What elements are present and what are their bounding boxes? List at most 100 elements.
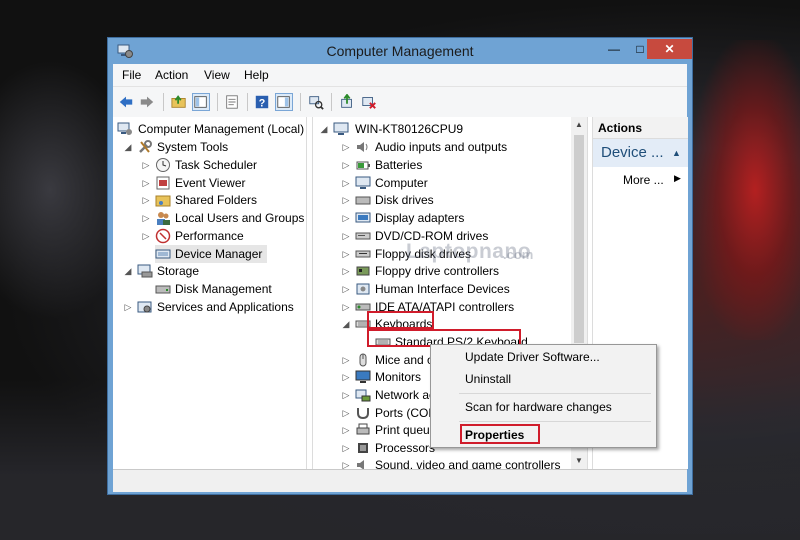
collapse-arrow-icon[interactable]: ▲	[672, 139, 681, 167]
collapsed-arrow-icon[interactable]: ▷	[341, 209, 351, 227]
tree-item-label: Disk Management	[175, 282, 272, 296]
menu-help[interactable]: Help	[244, 68, 269, 82]
title-bar[interactable]: Computer Management — □ ✕	[108, 38, 692, 64]
tree-item-services-and-applications[interactable]: ▷ Services and Applications	[123, 298, 305, 316]
menu-view[interactable]: View	[204, 68, 230, 82]
device-category-disk-drives[interactable]: ▷ Disk drives	[341, 191, 566, 209]
tree-item-storage[interactable]: ◢ Storage	[123, 262, 303, 280]
back-arrow-icon[interactable]	[117, 93, 135, 111]
uninstall-device-icon[interactable]	[360, 93, 378, 111]
tree-item-event-viewer[interactable]: ▷ Event Viewer	[141, 174, 301, 192]
device-category-computer[interactable]: ▷ Computer	[341, 174, 566, 192]
collapsed-arrow-icon[interactable]: ▷	[341, 245, 351, 263]
device-category-human-interface-devices[interactable]: ▷ Human Interface Devices	[341, 280, 566, 298]
collapsed-arrow-icon[interactable]: ▷	[341, 386, 351, 404]
update-driver-icon[interactable]	[338, 93, 356, 111]
collapsed-arrow-icon[interactable]: ▷	[341, 351, 351, 369]
scroll-down-arrow-icon[interactable]: ▼	[571, 453, 587, 469]
collapsed-arrow-icon[interactable]: ▷	[141, 227, 151, 245]
tree-item-computer-root[interactable]: ◢ WIN-KT80126CPU9	[319, 120, 559, 138]
tree-item-label: Performance	[175, 229, 244, 243]
collapsed-arrow-icon[interactable]: ▷	[341, 156, 351, 174]
tree-item-label: Monitors	[375, 370, 422, 384]
toolbar-separator	[300, 93, 301, 111]
device-category-floppy-drive-controllers[interactable]: ▷ Floppy drive controllers	[341, 262, 566, 280]
toolbar-separator	[163, 93, 164, 111]
scrollbar-thumb[interactable]	[574, 135, 584, 343]
scroll-up-arrow-icon[interactable]: ▲	[571, 117, 587, 133]
computer-icon	[355, 176, 371, 189]
tree-item-label: Device Manager	[175, 247, 263, 261]
device-category-display-adapters[interactable]: ▷ Display adapters	[341, 209, 566, 227]
collapsed-arrow-icon[interactable]: ▷	[341, 456, 351, 469]
tree-item-label: System Tools	[157, 140, 229, 154]
show-hide-console-tree-icon[interactable]	[192, 93, 210, 111]
tree-item-shared-folders[interactable]: ▷ Shared Folders	[141, 191, 301, 209]
scan-for-hardware-changes-menu-item[interactable]: Scan for hardware changes	[465, 400, 612, 414]
collapsed-arrow-icon[interactable]: ▷	[341, 421, 351, 439]
computer-icon	[333, 122, 349, 135]
uninstall-menu-item[interactable]: Uninstall	[465, 372, 511, 386]
collapsed-arrow-icon[interactable]: ▷	[341, 227, 351, 245]
tree-item-label: Display adapters	[375, 211, 465, 225]
printer-icon	[356, 423, 370, 435]
device-category-audio[interactable]: ▷ Audio inputs and outputs	[341, 138, 566, 156]
device-category-sound-video-game[interactable]: ▷ Sound, video and game controllers	[341, 456, 566, 469]
tree-item-task-scheduler[interactable]: ▷ Task Scheduler	[141, 156, 301, 174]
collapsed-arrow-icon[interactable]: ▷	[341, 262, 351, 280]
tree-item-label: Shared Folders	[175, 193, 258, 207]
collapsed-arrow-icon[interactable]: ▷	[341, 280, 351, 298]
expanded-arrow-icon[interactable]: ◢	[319, 120, 329, 138]
collapsed-arrow-icon[interactable]: ▷	[341, 138, 351, 156]
collapsed-arrow-icon[interactable]: ▷	[341, 404, 351, 422]
minimize-button[interactable]: —	[601, 39, 627, 59]
tree-item-label: Floppy drive controllers	[375, 264, 500, 278]
collapsed-arrow-icon[interactable]: ▷	[341, 439, 351, 457]
tree-item-label: Services and Applications	[157, 300, 294, 314]
menu-file[interactable]: File	[122, 68, 141, 82]
tree-item-local-users-and-groups[interactable]: ▷ Local Users and Groups	[141, 209, 304, 227]
collapsed-arrow-icon[interactable]: ▷	[341, 191, 351, 209]
context-menu: Update Driver Software... Uninstall Scan…	[430, 344, 657, 448]
tree-item-label: Human Interface Devices	[375, 282, 510, 296]
close-button[interactable]: ✕	[647, 39, 692, 59]
properties-highlight-box	[460, 424, 540, 444]
tree-item-performance[interactable]: ▷ Performance	[141, 227, 301, 245]
show-hide-action-pane-icon[interactable]	[275, 93, 293, 111]
collapsed-arrow-icon[interactable]: ▷	[141, 209, 151, 227]
tree-item-system-tools[interactable]: ◢ System Tools	[123, 138, 303, 156]
toolbar: ?	[113, 86, 687, 117]
update-driver-software-menu-item[interactable]: Update Driver Software...	[465, 350, 600, 364]
tree-item-disk-management[interactable]: Disk Management	[155, 280, 305, 298]
device-category-batteries[interactable]: ▷ Batteries	[341, 156, 566, 174]
menu-action[interactable]: Action	[155, 68, 188, 82]
tree-item-label: Sound, video and game controllers	[375, 458, 561, 469]
collapsed-arrow-icon[interactable]: ▷	[341, 368, 351, 386]
expanded-arrow-icon[interactable]: ◢	[341, 315, 351, 333]
processor-icon	[358, 443, 368, 453]
collapsed-arrow-icon[interactable]: ▷	[341, 298, 351, 316]
collapsed-arrow-icon[interactable]: ▷	[141, 191, 151, 209]
tree-item-label: Storage	[157, 264, 200, 278]
toolbar-separator	[217, 93, 218, 111]
users-icon	[157, 212, 170, 225]
help-icon[interactable]: ?	[253, 93, 271, 111]
collapsed-arrow-icon[interactable]: ▷	[341, 174, 351, 192]
collapsed-arrow-icon[interactable]: ▷	[141, 174, 151, 192]
expanded-arrow-icon[interactable]: ◢	[123, 262, 133, 280]
collapsed-arrow-icon[interactable]: ▷	[123, 298, 133, 316]
tree-item-label: WIN-KT80126CPU9	[355, 122, 464, 136]
menu-separator	[459, 393, 651, 394]
collapsed-arrow-icon[interactable]: ▷	[141, 156, 151, 174]
tree-item-device-manager[interactable]: Device Manager	[155, 245, 267, 263]
tree-item-computer-management[interactable]: Computer Management (Local)	[117, 120, 304, 138]
properties-sheet-icon[interactable]	[223, 93, 241, 111]
forward-arrow-icon[interactable]	[138, 93, 156, 111]
expanded-arrow-icon[interactable]: ◢	[123, 138, 133, 156]
actions-more-link[interactable]: More ...	[623, 173, 664, 187]
toolbar-separator	[331, 93, 332, 111]
menu-separator	[459, 421, 651, 422]
up-folder-icon[interactable]	[170, 93, 188, 111]
tree-item-label: Network ac	[375, 388, 436, 402]
scan-hardware-icon[interactable]	[307, 93, 325, 111]
